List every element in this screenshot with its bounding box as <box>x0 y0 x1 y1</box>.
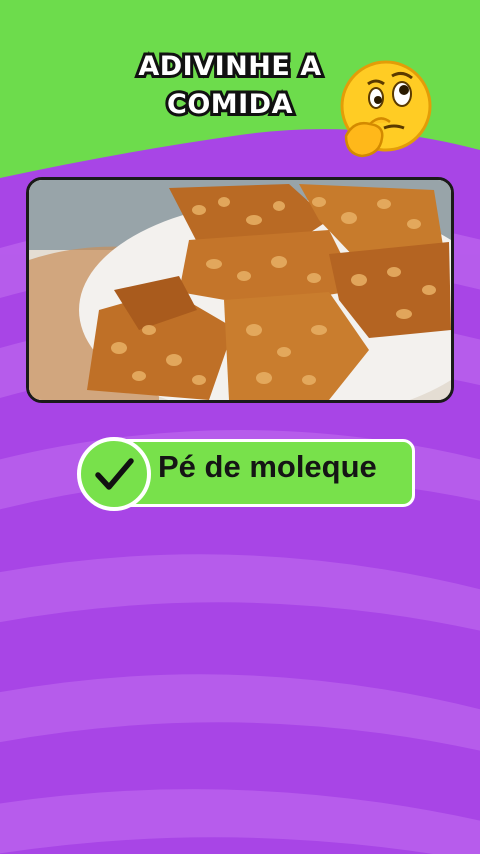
thinking-face-emoji-icon <box>340 60 432 158</box>
quiz-title: ADIVINHE A COMIDA <box>120 48 340 124</box>
title-line-2: COMIDA <box>164 86 296 123</box>
title-line-1: ADIVINHE A <box>135 48 324 85</box>
answer-option[interactable]: Pé de moleque <box>76 436 415 511</box>
quiz-screen: ADIVINHE A COMIDA Pé de moleque <box>0 0 480 854</box>
food-photo <box>26 177 454 403</box>
check-icon <box>77 437 151 511</box>
peanut-brittle-icon <box>29 180 451 400</box>
answer-label: Pé de moleque <box>158 449 377 484</box>
